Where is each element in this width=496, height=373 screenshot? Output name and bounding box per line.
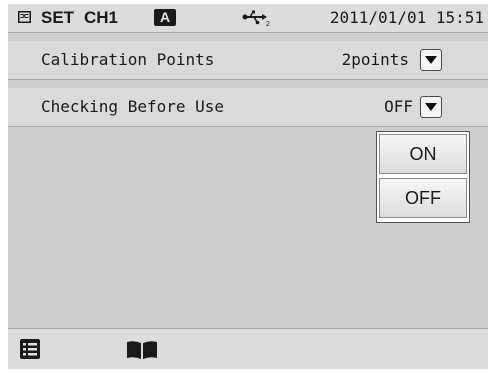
dropdown-popup: ON OFF [376, 131, 470, 223]
device-screen: SET CH1 A 2 2011/01/01 15:51 Calibration… [8, 4, 488, 369]
option-off[interactable]: OFF [379, 178, 467, 218]
bottom-bar [8, 328, 488, 369]
setting-value: 2points [341, 50, 409, 69]
setting-row-checking-before-use[interactable]: Checking Before Use OFF [8, 88, 488, 127]
setting-label: Checking Before Use [41, 97, 225, 116]
list-icon[interactable] [19, 338, 41, 360]
svg-text:2: 2 [266, 21, 270, 26]
option-on[interactable]: ON [379, 134, 467, 174]
datetime-display: 2011/01/01 15:51 [329, 8, 484, 27]
setting-value: OFF [384, 97, 413, 116]
book-icon[interactable] [125, 340, 159, 360]
set-label: SET [41, 8, 75, 27]
dropdown-arrow-button[interactable] [420, 96, 442, 118]
channel-label: CH1 [84, 8, 119, 27]
mode-badge: A [154, 9, 176, 26]
usb-icon: 2 [242, 10, 270, 26]
dropdown-arrow-button[interactable] [420, 49, 442, 71]
setting-row-calibration-points[interactable]: Calibration Points 2points [8, 41, 488, 80]
status-bar: SET CH1 A 2 2011/01/01 15:51 [8, 4, 488, 33]
settings-mode-icon [18, 11, 31, 23]
setting-label: Calibration Points [41, 50, 215, 69]
